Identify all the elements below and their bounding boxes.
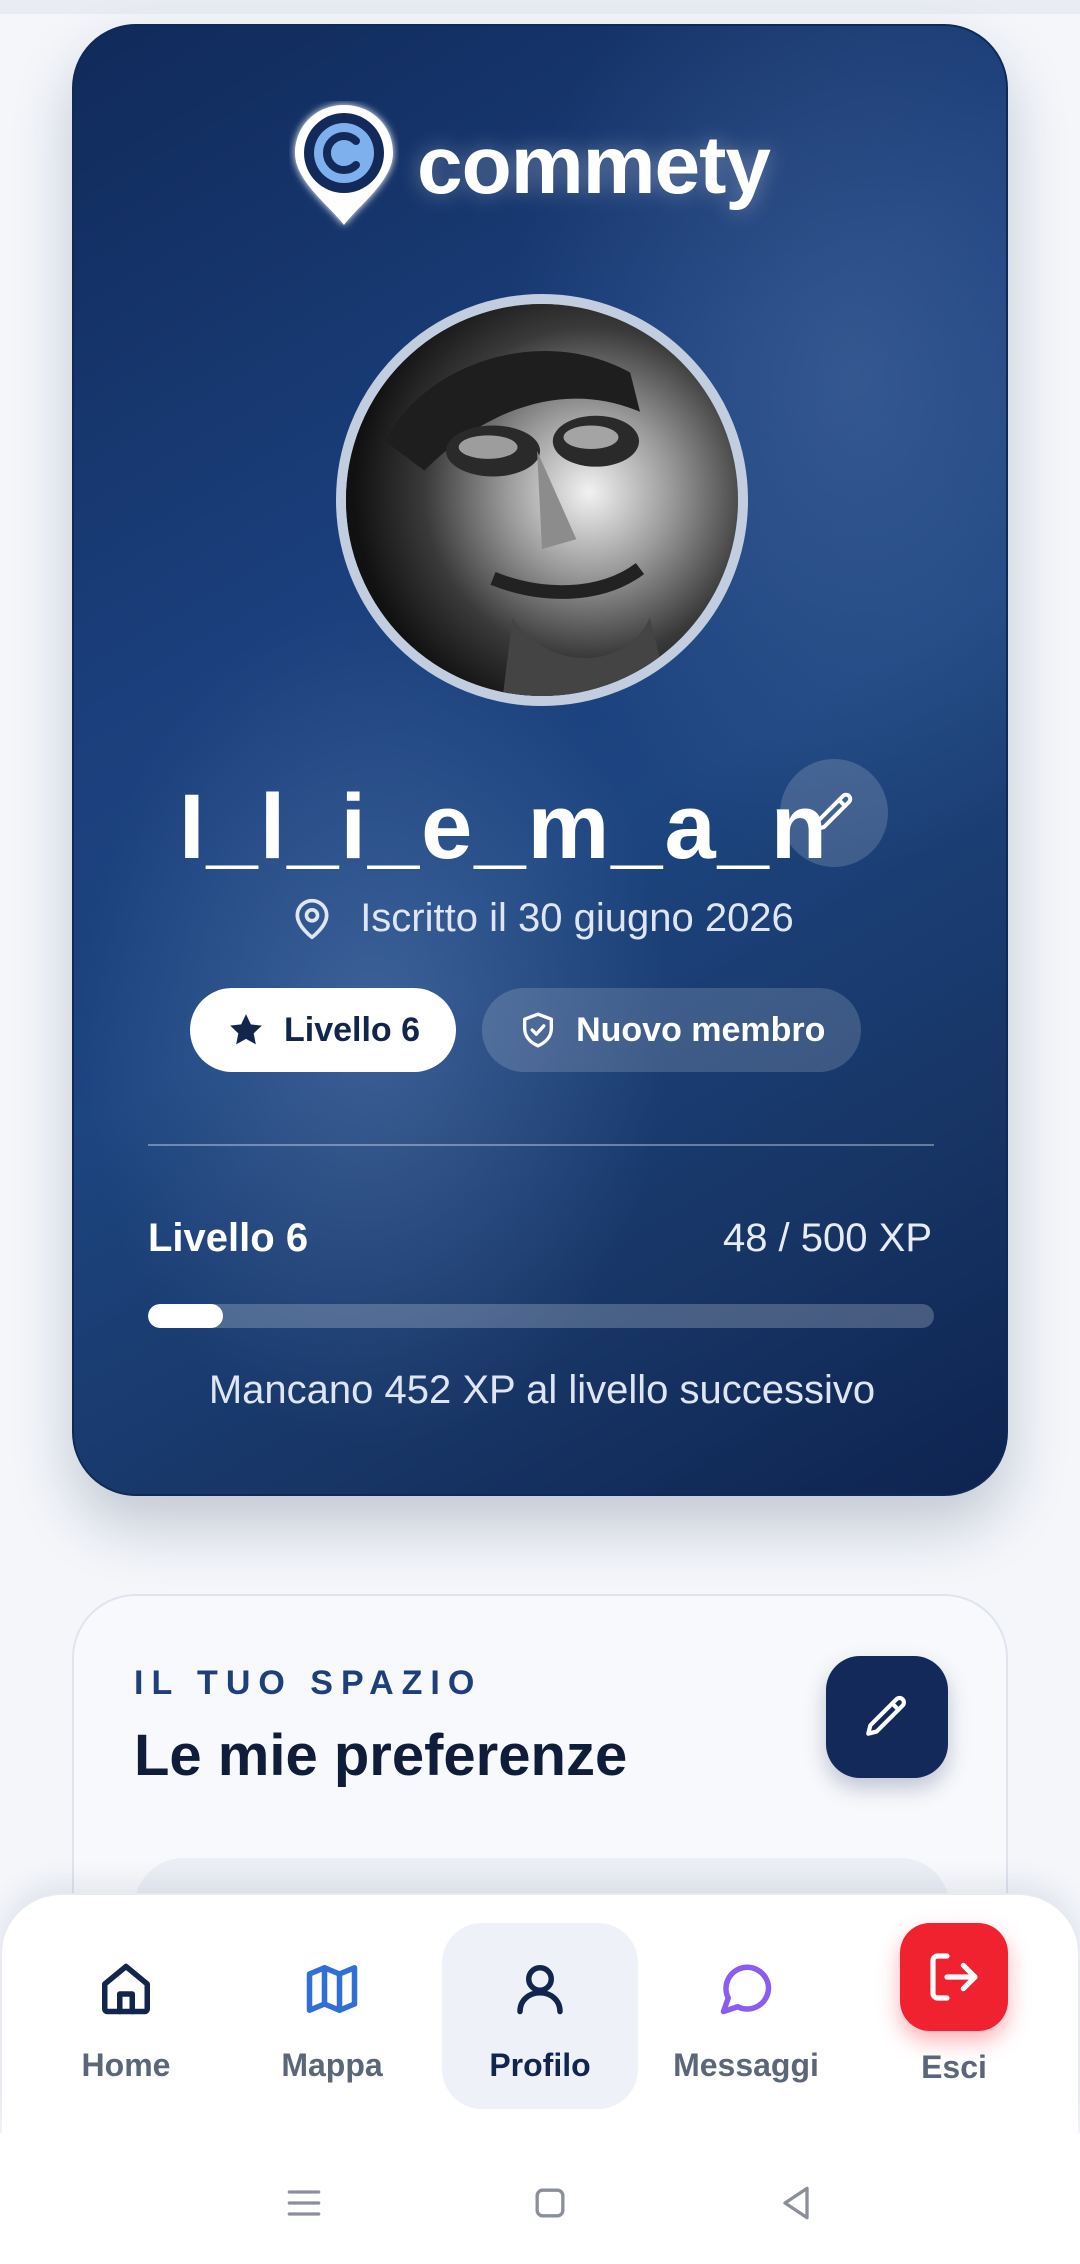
- joined-date-row: Iscritto il 30 giugno 2026: [74, 896, 1006, 941]
- nav-logout[interactable]: Esci: [854, 1923, 1054, 2109]
- preferences-title: Le mie preferenze: [134, 1723, 628, 1788]
- xp-amount: 48 / 500 XP: [722, 1216, 932, 1260]
- xp-progress-fill: [148, 1304, 224, 1328]
- nav-logout-label: Esci: [921, 2049, 987, 2085]
- recent-apps-button[interactable]: [274, 2173, 334, 2233]
- shield-check-icon: [523, 1012, 554, 1048]
- star-icon: [230, 1014, 262, 1045]
- menu-lines-icon: [287, 2190, 321, 2216]
- edit-username-button[interactable]: [780, 759, 888, 867]
- xp-remaining-text: Mancano 452 XP al livello successivo: [208, 1368, 876, 1412]
- status-bar-strip: [0, 0, 1080, 14]
- back-system-button[interactable]: [766, 2173, 826, 2233]
- nav-map[interactable]: Mappa: [234, 1923, 430, 2109]
- divider: [148, 1144, 934, 1146]
- joined-date-text: Iscritto il 30 giugno 2026: [360, 896, 794, 940]
- nav-messages-label: Messaggi: [673, 2047, 819, 2083]
- avatar[interactable]: [336, 294, 748, 706]
- level-badge-label: Livello 6: [284, 1010, 421, 1049]
- username: I_l_i_e_m_a_n: [178, 776, 829, 878]
- xp-level-label: Livello 6: [148, 1216, 309, 1260]
- new-member-badge-label: Nuovo membro: [576, 1010, 826, 1049]
- user-icon: [517, 1965, 563, 2015]
- chat-bubble-icon: [720, 1964, 772, 2015]
- system-navigation-bar: [0, 2133, 1080, 2264]
- location-pin-logo-icon: [295, 105, 393, 225]
- map-icon: [306, 1965, 358, 2013]
- nav-profile-label: Profilo: [489, 2047, 591, 2083]
- pencil-icon: [814, 792, 853, 831]
- location-pin-icon: [295, 898, 329, 939]
- bottom-navigation: Home Mappa Profilo Messaggi Esci: [2, 1893, 1078, 2133]
- nav-home-label: Home: [81, 2047, 171, 2083]
- home-system-button[interactable]: [520, 2173, 580, 2233]
- nav-map-label: Mappa: [281, 2047, 383, 2083]
- profile-badges: Livello 6 Nuovo membro: [190, 988, 862, 1072]
- avatar-photo: [346, 304, 738, 696]
- square-icon: [535, 2188, 565, 2218]
- logout-button[interactable]: [900, 1923, 1008, 2031]
- brand-logo: commety: [289, 101, 809, 251]
- pencil-icon: [866, 1695, 906, 1736]
- new-member-badge: Nuovo membro: [482, 988, 862, 1072]
- nav-profile[interactable]: Profilo: [442, 1923, 638, 2109]
- preferences-eyebrow: IL TUO SPAZIO: [134, 1664, 483, 1702]
- nav-messages[interactable]: Messaggi: [648, 1923, 844, 2109]
- logout-icon: [930, 1953, 978, 2001]
- level-badge: Livello 6: [190, 988, 457, 1072]
- back-triangle-icon: [783, 2186, 809, 2220]
- home-icon: [102, 1963, 150, 2015]
- nav-home[interactable]: Home: [28, 1923, 224, 2109]
- brand-name: commety: [417, 120, 771, 211]
- profile-card: commety I_l_i_e_m_a_n Iscritto il 30 giu…: [72, 24, 1008, 1496]
- xp-progress-bar: [148, 1304, 934, 1328]
- edit-preferences-button[interactable]: [826, 1656, 948, 1778]
